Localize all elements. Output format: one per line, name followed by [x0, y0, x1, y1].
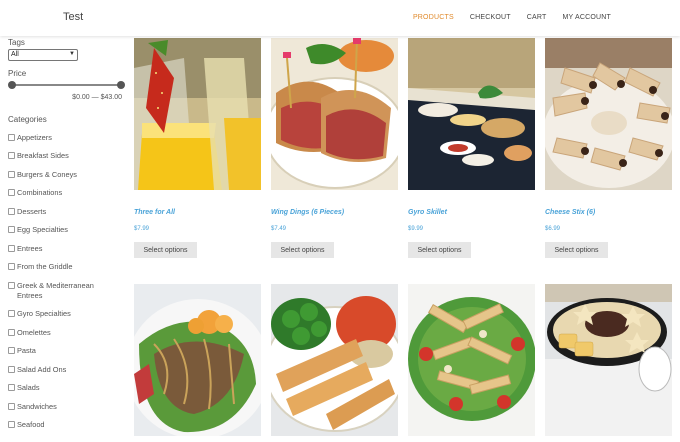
- category-item[interactable]: Breakfast Sides: [8, 151, 126, 161]
- product-image[interactable]: [408, 38, 535, 190]
- price-label: Price: [8, 69, 27, 78]
- category-checkbox[interactable]: [8, 226, 15, 233]
- category-item[interactable]: Seafood: [8, 420, 126, 430]
- select-options-button[interactable]: Select options: [408, 242, 471, 258]
- category-item[interactable]: Salads: [8, 383, 126, 393]
- product-price: $6.99: [545, 226, 561, 232]
- category-item[interactable]: Gyro Specialties: [8, 309, 126, 319]
- product-card: [271, 284, 398, 436]
- category-item[interactable]: Greek & Mediterranean Entrees: [8, 281, 126, 301]
- product-title[interactable]: Three for All: [134, 209, 261, 216]
- select-options-button[interactable]: Select options: [271, 242, 334, 258]
- category-item[interactable]: Desserts: [8, 207, 126, 217]
- category-item[interactable]: Burgers & Coneys: [8, 170, 126, 180]
- category-checkbox[interactable]: [8, 402, 15, 410]
- category-checkbox[interactable]: [8, 310, 15, 317]
- category-item[interactable]: Sandwiches: [8, 402, 126, 412]
- select-options-button[interactable]: Select options: [134, 242, 197, 258]
- price-slider-track: [11, 84, 119, 86]
- category-checkbox[interactable]: [8, 384, 15, 391]
- category-item[interactable]: Pasta: [8, 346, 126, 356]
- product-image[interactable]: [545, 284, 672, 436]
- product-image[interactable]: [134, 284, 261, 436]
- category-checkbox[interactable]: [8, 170, 15, 178]
- category-item[interactable]: Omelettes: [8, 328, 126, 338]
- product-card: Wing Dings (6 Pieces) $7.49 Select optio…: [271, 38, 398, 258]
- category-checkbox[interactable]: [8, 263, 15, 270]
- product-title[interactable]: Wing Dings (6 Pieces): [271, 209, 398, 216]
- category-list: Appetizers Breakfast Sides Burgers & Con…: [8, 133, 126, 431]
- product-image[interactable]: [134, 38, 261, 190]
- price-slider-max-handle[interactable]: [117, 81, 125, 89]
- product-card: Three for All $7.99 Select options: [134, 38, 261, 258]
- category-item[interactable]: Entrees: [8, 244, 126, 254]
- nav-checkout[interactable]: CHECKOUT: [470, 14, 511, 21]
- category-checkbox[interactable]: [8, 347, 15, 354]
- filter-sidebar: Tags All ▼ Price $0.00 — $43.00 Categori…: [8, 38, 126, 430]
- category-checkbox[interactable]: [8, 152, 15, 159]
- main-nav: PRODUCTS CHECKOUT CART MY ACCOUNT: [397, 14, 611, 21]
- nav-cart[interactable]: CART: [527, 14, 547, 21]
- product-card: Gyro Skillet $9.99 Select options: [408, 38, 535, 258]
- category-checkbox[interactable]: [8, 244, 15, 252]
- category-item[interactable]: Salad Add Ons: [8, 365, 126, 375]
- product-card: [134, 284, 261, 436]
- category-checkbox[interactable]: [8, 281, 15, 289]
- product-card: [545, 284, 672, 436]
- nav-my-account[interactable]: MY ACCOUNT: [562, 14, 611, 21]
- product-card: Cheese Stix (6) $6.99 Select options: [545, 38, 672, 258]
- price-range-text: $0.00 — $43.00: [72, 94, 122, 101]
- tags-select[interactable]: All ▼: [8, 49, 78, 61]
- product-card: [408, 284, 535, 436]
- categories-label: Categories: [8, 115, 47, 124]
- category-checkbox[interactable]: [8, 421, 15, 428]
- select-options-button[interactable]: Select options: [545, 242, 608, 258]
- product-image[interactable]: [408, 284, 535, 436]
- category-item[interactable]: Appetizers: [8, 133, 126, 143]
- site-title[interactable]: Test: [63, 11, 83, 23]
- product-price: $7.99: [134, 226, 150, 232]
- category-item[interactable]: Combinations: [8, 188, 126, 198]
- category-item[interactable]: Egg Specialties: [8, 225, 126, 235]
- site-header: Test PRODUCTS CHECKOUT CART MY ACCOUNT: [0, 0, 680, 36]
- category-checkbox[interactable]: [8, 207, 15, 215]
- category-checkbox[interactable]: [8, 328, 15, 336]
- price-slider-min-handle[interactable]: [8, 81, 16, 89]
- product-price: $7.49: [271, 226, 287, 232]
- product-title[interactable]: Gyro Skillet: [408, 209, 535, 216]
- product-image[interactable]: [271, 284, 398, 436]
- category-checkbox[interactable]: [8, 365, 15, 373]
- category-checkbox[interactable]: [8, 133, 15, 141]
- product-image[interactable]: [545, 38, 672, 190]
- category-item[interactable]: From the Griddle: [8, 262, 126, 272]
- category-checkbox[interactable]: [8, 189, 15, 196]
- chevron-down-icon: ▼: [69, 51, 75, 57]
- tags-label: Tags: [8, 38, 25, 47]
- price-slider[interactable]: [8, 81, 125, 89]
- product-image[interactable]: [271, 38, 398, 190]
- tags-select-value: All: [11, 51, 19, 58]
- product-title[interactable]: Cheese Stix (6): [545, 209, 672, 216]
- product-price: $9.99: [408, 226, 424, 232]
- nav-products[interactable]: PRODUCTS: [413, 14, 454, 21]
